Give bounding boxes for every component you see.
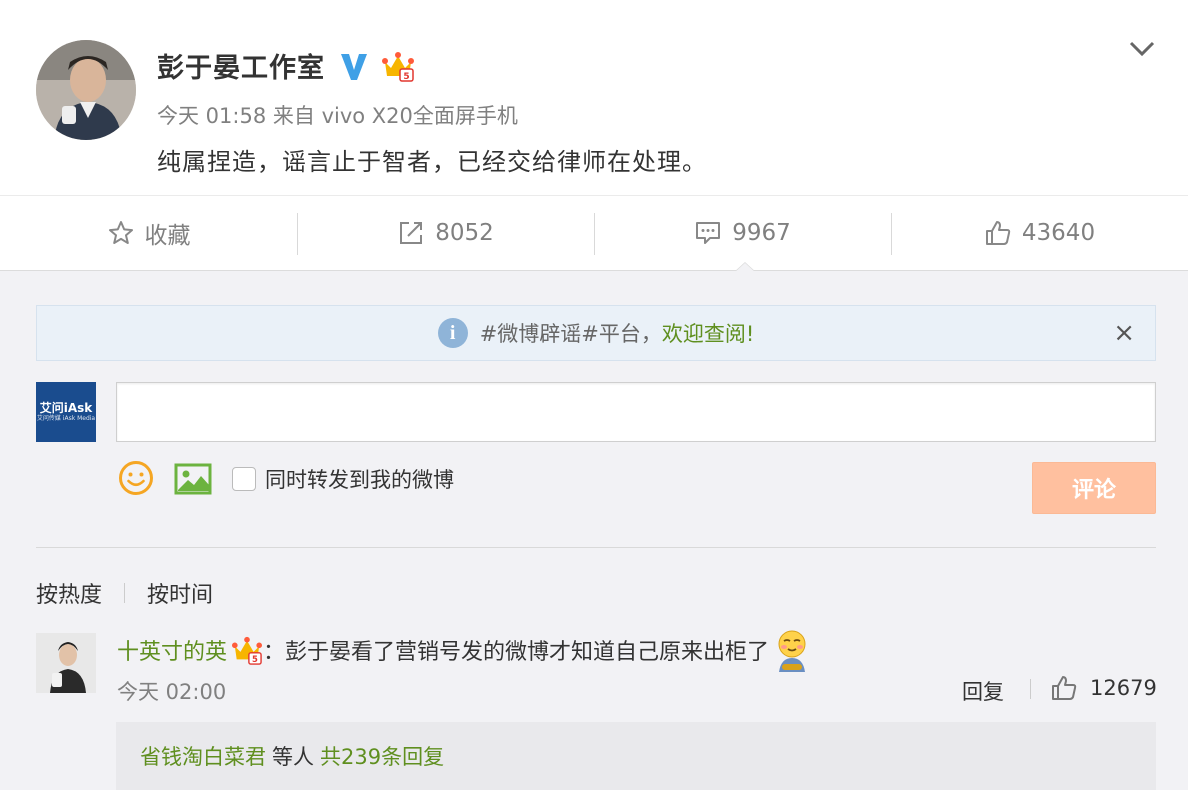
- reply-button[interactable]: 回复: [962, 676, 1004, 706]
- comment-button[interactable]: 9967: [594, 196, 891, 270]
- submit-comment-button[interactable]: 评论: [1032, 462, 1156, 514]
- my-avatar-sub: 艾问传媒 iAsk Media: [36, 415, 96, 422]
- sort-by-time[interactable]: 按时间: [147, 577, 213, 609]
- thumbs-up-icon: [1052, 676, 1077, 700]
- reply-total-link[interactable]: 共239条回复: [320, 741, 444, 771]
- notice-link[interactable]: 欢迎查阅!: [662, 318, 754, 348]
- reply-middle-text: 等人: [272, 745, 314, 769]
- info-icon: i: [437, 318, 468, 348]
- post-time[interactable]: 今天 01:58: [157, 104, 266, 128]
- replies-summary: 省钱淘白菜君 等人 共239条回复: [116, 722, 1156, 790]
- repost-count: 8052: [435, 220, 494, 246]
- post-text: 纯属捏造，谣言止于智者，已经交给律师在处理。: [157, 148, 707, 176]
- author-avatar[interactable]: [36, 40, 136, 140]
- svg-text:5: 5: [252, 654, 258, 664]
- comment-colon: ：: [263, 640, 286, 665]
- commenter-avatar[interactable]: [36, 633, 96, 693]
- comment-text: 彭于晏看了营销号发的微博才知道自己原来出柜了: [285, 640, 770, 665]
- comment-time: 今天 02:00: [117, 680, 227, 704]
- comment-like-button[interactable]: 12679: [1050, 674, 1157, 702]
- notice-prefix: #微博辟谣#平台，: [479, 322, 662, 346]
- member-crown-icon[interactable]: 5: [231, 635, 263, 665]
- verified-v-icon: [341, 53, 367, 80]
- comment-icon: [696, 222, 721, 244]
- like-button[interactable]: 43640: [891, 196, 1188, 270]
- image-icon[interactable]: [174, 463, 212, 495]
- author-line: 彭于晏工作室 5: [157, 46, 415, 85]
- chevron-down-icon[interactable]: [1128, 38, 1156, 60]
- divider: [36, 547, 1156, 548]
- comment-action-separator: [1030, 679, 1031, 699]
- forward-checkbox[interactable]: [232, 467, 256, 491]
- forward-label[interactable]: 同时转发到我的微博: [265, 464, 454, 494]
- sort-switch: 按热度 按时间: [36, 577, 213, 609]
- rumor-notice-bar: i #微博辟谣#平台， 欢迎查阅! ×: [36, 305, 1156, 361]
- star-icon: [108, 221, 133, 244]
- comment-like-count: 12679: [1090, 676, 1157, 700]
- post-action-bar: 收藏 8052 9967 43640: [0, 195, 1188, 271]
- post-meta: 今天 01:58 来自 vivo X20全面屏手机: [157, 100, 518, 130]
- like-count: 43640: [1021, 220, 1096, 246]
- weibo-post: 彭于晏工作室 5 今天 01:58 来自 vivo X20全面屏手机 纯属捏造，…: [0, 0, 1188, 195]
- author-name[interactable]: 彭于晏工作室: [157, 46, 325, 85]
- close-icon[interactable]: ×: [1113, 319, 1135, 347]
- my-avatar-logo: 艾问iAsk: [39, 401, 93, 415]
- repost-button[interactable]: 8052: [297, 196, 594, 270]
- sort-by-hot[interactable]: 按热度: [36, 577, 102, 609]
- thumbs-up-icon: [985, 221, 1011, 245]
- svg-text:5: 5: [403, 72, 409, 82]
- comment-panel: i #微博辟谣#平台， 欢迎查阅! × 艾问iAsk 艾问传媒 iAsk Med…: [0, 271, 1188, 790]
- comment-input[interactable]: [116, 382, 1156, 442]
- favorite-label: 收藏: [144, 223, 191, 249]
- emoji-icon[interactable]: [118, 460, 154, 496]
- source-prefix: 来自: [272, 104, 315, 128]
- reply-users[interactable]: 省钱淘白菜君: [140, 741, 266, 771]
- post-source[interactable]: vivo X20全面屏手机: [322, 104, 518, 128]
- member-crown-icon[interactable]: 5: [381, 50, 415, 82]
- share-icon: [400, 222, 423, 244]
- favorite-button[interactable]: 收藏: [0, 196, 297, 270]
- comment-content: 十英寸的英 5 ： 彭于晏看了营销号发的微博才知道自己原来出柜了: [117, 628, 811, 672]
- comment-count: 9967: [732, 220, 791, 246]
- sort-separator: [124, 583, 126, 603]
- shy-face-emoji-icon: [778, 630, 806, 672]
- my-avatar[interactable]: 艾问iAsk 艾问传媒 iAsk Media: [36, 382, 96, 442]
- comment-username[interactable]: 十英寸的英: [117, 634, 227, 666]
